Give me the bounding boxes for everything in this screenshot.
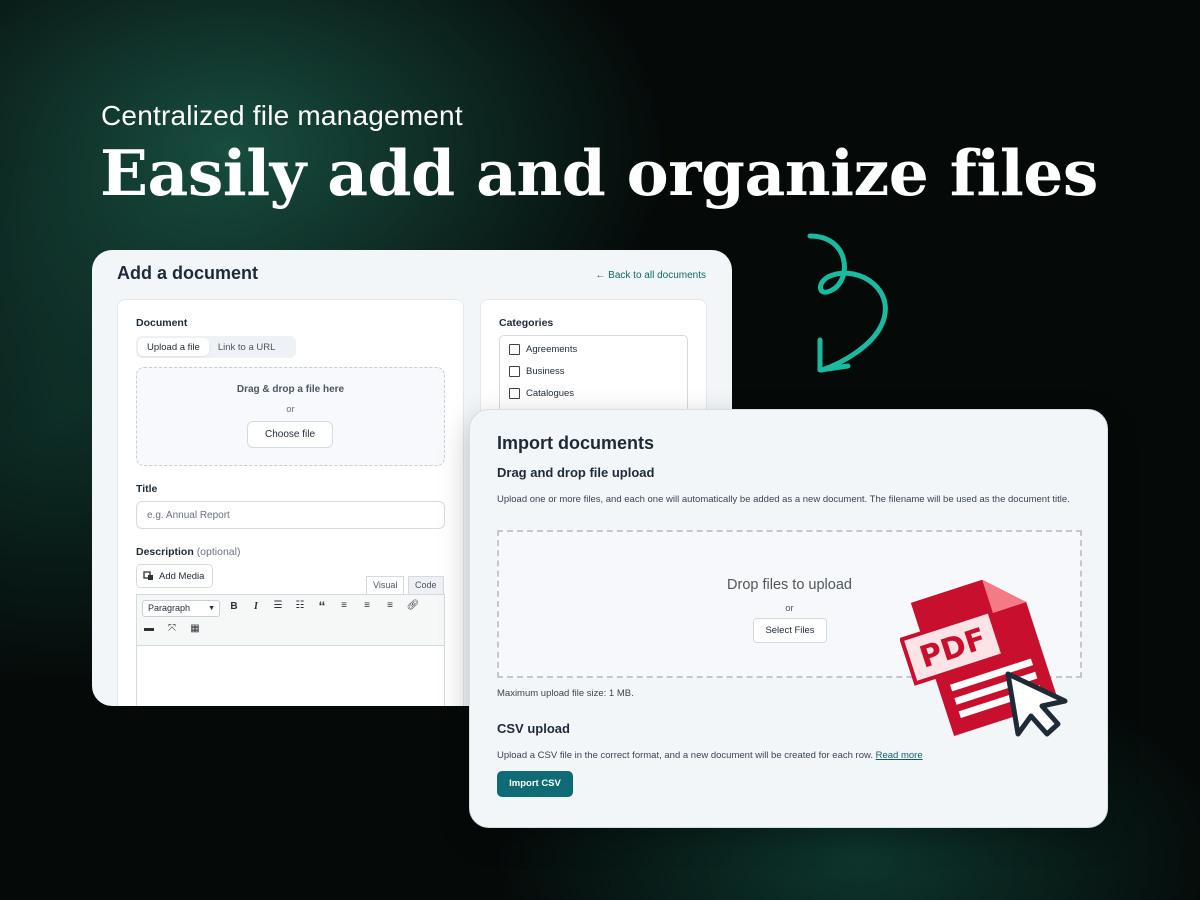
align-right-icon[interactable]: ≡ [383,600,397,611]
italic-icon[interactable]: I [249,601,263,612]
description-editor[interactable] [136,646,445,706]
editor-tab-code[interactable]: Code [408,576,444,594]
document-source-toggle: Upload a file Link to a URL [136,336,296,358]
checkbox[interactable] [509,344,520,355]
description-optional: (optional) [196,546,241,558]
bullet-list-icon[interactable]: ☰ [271,600,285,611]
paragraph-select[interactable]: Paragraph ▼ [142,600,220,617]
category-catalogues[interactable]: Catalogues [509,388,574,399]
add-media-button[interactable]: Add Media [136,564,213,588]
document-form-panel: Document Upload a file Link to a URL Dra… [117,299,464,706]
curly-arrow-icon [807,233,888,373]
drag-drop-title: Drag and drop file upload [497,465,655,480]
csv-upload-description: Upload a CSV file in the correct format,… [497,750,923,761]
max-upload-size: Maximum upload file size: 1 MB. [497,688,634,699]
import-csv-button[interactable]: Import CSV [497,771,573,797]
align-center-icon[interactable]: ≡ [360,600,374,611]
categories-label: Categories [499,317,554,329]
read-more-link[interactable]: Read more [876,750,923,761]
tab-link-url[interactable]: Link to a URL [209,338,285,356]
drop-zone-text: Drag & drop a file here [236,384,345,395]
add-media-label: Add Media [159,570,205,582]
import-documents-title: Import documents [497,433,655,453]
headline-title: Easily add and organize files [100,136,1098,210]
read-more-icon[interactable]: ▬ [142,623,156,634]
fullscreen-icon[interactable]: ⤧ [165,623,179,634]
csv-upload-title: CSV upload [497,721,570,736]
description-label: Description (optional) [136,546,241,558]
select-files-button[interactable]: Select Files [753,618,827,643]
choose-file-button[interactable]: Choose file [247,421,333,448]
link-icon[interactable]: 🔗︎ [406,600,420,611]
tab-upload-file[interactable]: Upload a file [138,338,209,356]
chevron-down-icon: ▼ [208,605,215,612]
toolbar-toggle-icon[interactable]: ▦ [188,623,202,634]
editor-tab-visual[interactable]: Visual [366,576,405,594]
category-business[interactable]: Business [509,366,565,377]
headline-subtitle: Centralized file management [101,100,463,131]
category-agreements[interactable]: Agreements [509,344,577,355]
align-left-icon[interactable]: ≡ [337,600,351,611]
add-document-title: Add a document [117,263,259,283]
title-input[interactable] [136,501,445,529]
drop-zone-or: or [286,404,295,415]
bold-icon[interactable]: B [227,601,241,612]
file-drop-zone[interactable]: Drag & drop a file here or Choose file [136,367,445,466]
document-label: Document [136,317,188,329]
drag-drop-description: Upload one or more files, and each one w… [497,494,1070,505]
blockquote-icon[interactable]: “ [315,598,329,614]
pdf-file-icon: PDF [900,579,1068,737]
back-to-documents-link[interactable]: ← Back to all documents [595,270,706,281]
media-icon [143,571,153,580]
editor-toolbar: Paragraph ▼ B I ☰ ☷ “ ≡ ≡ ≡ 🔗︎ ▬ ⤧ ▦ [136,594,445,646]
numbered-list-icon[interactable]: ☷ [293,600,307,611]
title-label: Title [136,483,158,495]
checkbox[interactable] [509,388,520,399]
checkbox[interactable] [509,366,520,377]
